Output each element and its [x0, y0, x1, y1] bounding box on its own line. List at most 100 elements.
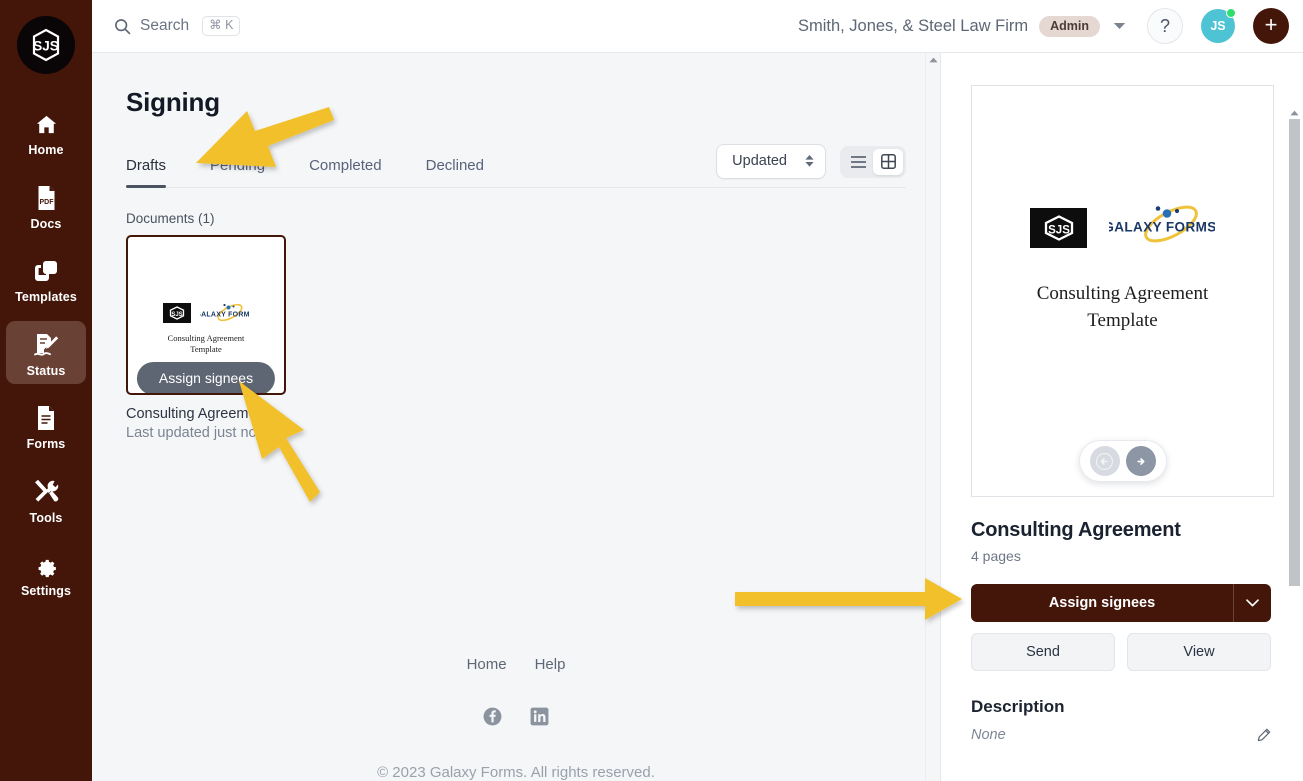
sjs-logo-icon: SJS [1030, 207, 1087, 248]
preview-pager [1078, 440, 1167, 482]
page-scrollbar-thumb[interactable] [1289, 119, 1300, 586]
tabs-underline [126, 187, 906, 188]
organization-name: Smith, Jones, & Steel Law Firm [797, 16, 1029, 35]
thumbnail-title-line2: Template [190, 344, 222, 354]
footer-links: Home Help [92, 656, 940, 673]
sidebar-item-label: Home [28, 143, 64, 157]
gear-icon [34, 550, 59, 580]
pdf-file-icon: PDF [35, 183, 58, 213]
document-thumbnail: SJS GALAXY FORMS [131, 240, 281, 390]
sidebar-item-status[interactable]: Status [6, 320, 86, 384]
assign-signees-dropdown-chevron-down-icon[interactable] [1233, 584, 1271, 622]
view-mode-toggle [840, 145, 906, 178]
secondary-actions: Send View [971, 633, 1271, 671]
page-scrollbar[interactable] [1287, 106, 1303, 781]
tab-declined[interactable]: Declined [426, 157, 484, 187]
linkedin-icon[interactable] [530, 707, 549, 726]
sidebar-item-label: Templates [15, 290, 77, 304]
galaxy-forms-logo-icon: GALAXY FORMS [200, 303, 250, 323]
facebook-icon[interactable] [483, 707, 502, 726]
tabs-right-controls: Updated [716, 144, 906, 187]
document-preview[interactable]: SJS GALAXY FORMS Consulting Agreement Te… [971, 85, 1274, 497]
body-row: Signing Drafts Pending Completed Decline… [92, 53, 1303, 781]
preview-title-line2: Template [1087, 309, 1158, 331]
detail-page-count: 4 pages [971, 548, 1021, 564]
sidebar-item-tools[interactable]: Tools [6, 468, 86, 532]
sidebar-item-forms[interactable]: Forms [6, 394, 86, 458]
svg-text:SJS: SJS [33, 39, 59, 54]
sidebar-item-settings[interactable]: Settings [6, 541, 86, 605]
add-button[interactable]: + [1253, 8, 1289, 44]
documents-count-label: Documents (1) [126, 211, 215, 226]
sjs-logo-icon: SJS [162, 302, 191, 323]
signature-icon [33, 330, 60, 360]
svg-text:SJS: SJS [171, 312, 182, 318]
top-header: Search ⌘ K Smith, Jones, & Steel Law Fir… [92, 0, 1303, 53]
templates-icon [33, 256, 59, 286]
page-title: Signing [126, 87, 220, 117]
svg-text:GALAXY FORMS: GALAXY FORMS [1109, 220, 1215, 235]
sidebar-item-docs[interactable]: PDF Docs [6, 174, 86, 238]
sort-select[interactable]: Updated [716, 144, 826, 179]
list-view-button[interactable] [843, 149, 873, 175]
sidebar-item-home[interactable]: Home [6, 100, 86, 164]
description-heading: Description [971, 697, 1065, 716]
role-badge: Admin [1039, 15, 1100, 37]
search-input[interactable]: Search ⌘ K [114, 15, 241, 37]
edit-pencil-icon[interactable] [1256, 728, 1271, 743]
brand-logo[interactable]: SJS [17, 16, 75, 74]
previous-page-icon[interactable] [1089, 446, 1120, 476]
thumbnail-logos: SJS GALAXY FORMS [162, 302, 250, 323]
tab-drafts[interactable]: Drafts [126, 157, 167, 188]
scroll-up-arrow-icon[interactable] [926, 53, 941, 66]
search-shortcut-badge: ⌘ K [202, 15, 241, 37]
document-name: Consulting Agreement [126, 406, 269, 422]
send-button[interactable]: Send [971, 633, 1115, 671]
sidebar: SJS Home PDF Docs Templates Status Forms… [0, 0, 92, 781]
preview-title: Consulting Agreement Template [1037, 281, 1209, 334]
footer-link-home[interactable]: Home [467, 656, 507, 673]
detail-document-title: Consulting Agreement [971, 519, 1181, 541]
svg-text:SJS: SJS [1048, 224, 1070, 236]
form-icon [35, 403, 57, 433]
sidebar-item-label: Forms [26, 437, 66, 451]
sidebar-item-label: Tools [29, 510, 63, 525]
preview-logos: SJS GALAXY FORMS [1030, 204, 1216, 251]
page-scrollbar-track[interactable] [1287, 119, 1303, 781]
description-row: None [971, 727, 1271, 743]
document-detail-panel: SJS GALAXY FORMS Consulting Agreement Te… [941, 53, 1303, 781]
avatar[interactable]: JS [1201, 8, 1236, 43]
footer-social [92, 707, 940, 726]
preview-title-line1: Consulting Agreement [1036, 283, 1209, 304]
svg-text:GALAXY FORMS: GALAXY FORMS [200, 311, 250, 318]
tabs-row: Drafts Pending Completed Declined Update… [126, 144, 940, 188]
main-content: Signing Drafts Pending Completed Decline… [92, 53, 941, 781]
next-page-icon[interactable] [1125, 446, 1156, 476]
app-root: SJS Home PDF Docs Templates Status Forms… [0, 0, 1303, 781]
footer-link-help[interactable]: Help [535, 656, 566, 673]
tab-pending[interactable]: Pending [210, 157, 265, 187]
thumbnail-title-line1: Consulting Agreement [167, 332, 245, 343]
tab-completed[interactable]: Completed [309, 157, 382, 187]
sidebar-item-templates[interactable]: Templates [6, 247, 86, 311]
search-icon [114, 18, 131, 35]
thumbnail-title: Consulting Agreement Template [168, 333, 245, 356]
sidebar-item-label: Settings [20, 584, 72, 598]
page-scroll-up-arrow-icon[interactable] [1287, 106, 1302, 119]
grid-view-button[interactable] [873, 148, 903, 175]
view-button[interactable]: View [1127, 633, 1271, 671]
main-scrollbar[interactable] [925, 53, 940, 781]
search-placeholder: Search [140, 17, 190, 34]
svg-text:PDF: PDF [39, 199, 54, 206]
document-updated-meta: Last updated just now [126, 425, 268, 441]
sort-select-value: Updated [732, 153, 787, 169]
help-button[interactable]: ? [1147, 8, 1183, 44]
copyright-text: © 2023 Galaxy Forms. All rights reserved… [377, 764, 655, 781]
sidebar-item-label: Docs [30, 216, 62, 231]
assign-signees-button[interactable]: Assign signees [971, 584, 1233, 622]
document-card[interactable]: SJS GALAXY FORMS [126, 235, 286, 395]
online-status-dot [1226, 8, 1236, 18]
galaxy-forms-logo-icon: GALAXY FORMS [1103, 204, 1216, 251]
assign-signees-split-button: Assign signees [971, 584, 1271, 622]
chevron-down-icon[interactable] [1109, 16, 1129, 36]
